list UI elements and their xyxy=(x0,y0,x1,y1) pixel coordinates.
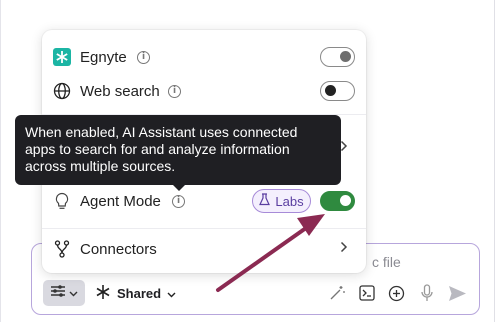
composer-placeholder: c file xyxy=(372,254,401,270)
chevron-right-icon xyxy=(340,240,348,258)
magic-wand-icon[interactable] xyxy=(327,283,347,303)
chevron-down-icon xyxy=(69,284,78,302)
chevron-right-icon xyxy=(340,139,348,157)
microphone-icon[interactable] xyxy=(417,283,437,303)
egnyte-logo-icon xyxy=(52,47,72,67)
tooltip-pointer xyxy=(172,184,186,191)
menu-item-label: Egnyte xyxy=(80,48,127,66)
labs-label: Labs xyxy=(275,193,304,209)
agent-mode-tooltip: When enabled, AI Assistant uses connecte… xyxy=(15,115,341,185)
globe-icon xyxy=(52,81,72,101)
composer-toolbar: Shared xyxy=(40,278,480,308)
add-circle-icon[interactable] xyxy=(386,283,406,303)
tools-menu-button[interactable] xyxy=(43,280,85,306)
send-icon[interactable] xyxy=(446,283,468,303)
shared-label: Shared xyxy=(117,285,162,301)
menu-item-label: Web search xyxy=(80,82,160,100)
connectors-icon xyxy=(52,239,72,259)
panel-divider xyxy=(494,0,495,322)
web-search-toggle[interactable] xyxy=(320,81,355,101)
lightbulb-icon xyxy=(52,191,72,211)
flask-icon xyxy=(259,193,271,209)
info-icon[interactable]: i xyxy=(172,194,185,208)
menu-item-label: Connectors xyxy=(80,240,157,258)
info-icon[interactable]: i xyxy=(168,84,181,98)
sliders-icon xyxy=(50,284,66,303)
egnyte-toggle[interactable] xyxy=(320,47,355,67)
asterisk-icon xyxy=(95,284,111,303)
menu-item-connectors[interactable]: Connectors xyxy=(42,232,366,266)
chevron-down-icon xyxy=(167,286,176,301)
menu-divider xyxy=(42,228,366,229)
menu-item-label: Agent Mode xyxy=(80,192,161,210)
info-icon[interactable]: i xyxy=(137,50,150,64)
agent-mode-toggle[interactable] xyxy=(320,191,355,211)
menu-item-egnyte[interactable]: Egnyte i xyxy=(42,40,366,74)
labs-badge: Labs xyxy=(252,189,311,213)
menu-item-web-search[interactable]: Web search i xyxy=(42,74,366,108)
shared-dropdown-button[interactable]: Shared xyxy=(95,281,176,305)
terminal-icon[interactable] xyxy=(357,283,377,303)
menu-item-agent-mode[interactable]: Agent Mode i Labs xyxy=(42,184,366,218)
